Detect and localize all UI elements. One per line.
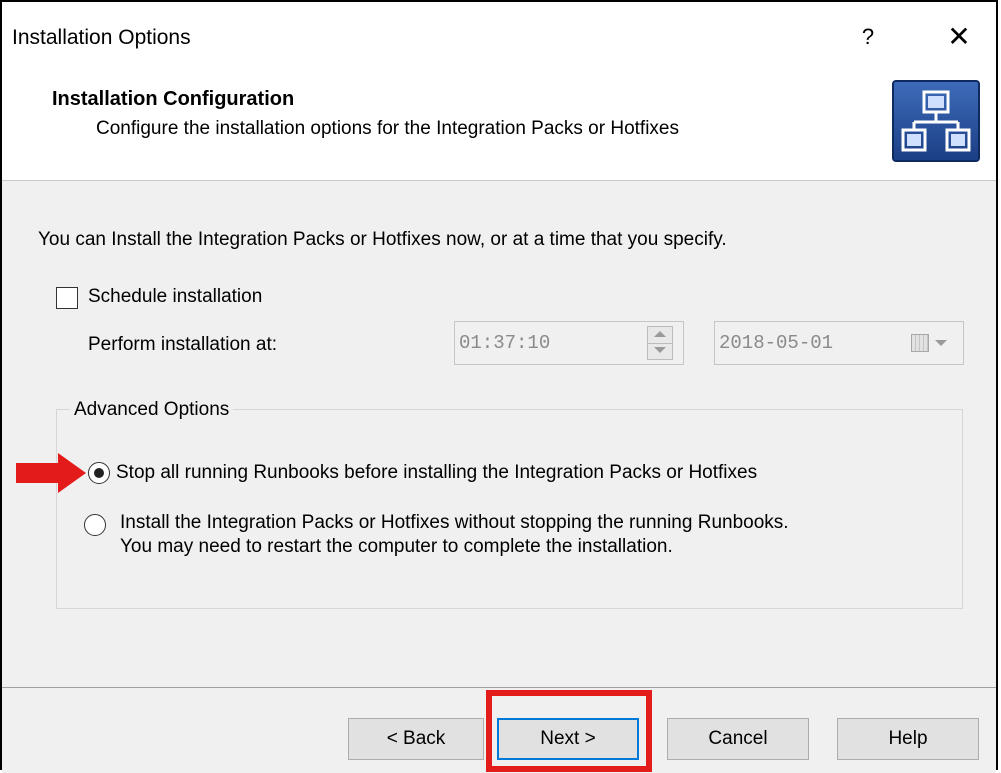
spinner-divider: [648, 343, 672, 344]
page-subtitle: Configure the installation options for t…: [96, 118, 679, 139]
annotation-arrow-icon: [58, 453, 86, 493]
date-value: 2018-05-01: [719, 332, 834, 354]
wizard-header: Installation Configuration Configure the…: [2, 72, 996, 181]
network-diagram-icon: [892, 80, 980, 162]
time-picker[interactable]: 01:37:10: [454, 321, 684, 365]
time-spinner[interactable]: [647, 326, 673, 360]
spin-up-icon[interactable]: [654, 331, 666, 337]
advanced-options-label: Advanced Options: [70, 399, 234, 421]
intro-text: You can Install the Integration Packs or…: [38, 229, 727, 250]
stop-runbooks-radio[interactable]: [88, 462, 110, 484]
spin-down-icon[interactable]: [654, 347, 666, 353]
time-value: 01:37:10: [459, 332, 551, 354]
perform-installation-label: Perform installation at:: [88, 334, 278, 355]
title-bar: Installation Options ? ✕: [2, 2, 996, 72]
options-panel: You can Install the Integration Packs or…: [2, 181, 996, 687]
install-without-stopping-line2: You may need to restart the computer to …: [120, 536, 673, 557]
window-title: Installation Options: [12, 26, 191, 49]
stop-runbooks-label[interactable]: Stop all running Runbooks before install…: [116, 462, 757, 484]
help-icon[interactable]: ?: [848, 24, 888, 50]
install-without-stopping-radio[interactable]: [84, 514, 106, 536]
close-icon[interactable]: ✕: [934, 20, 984, 53]
install-without-stopping-label[interactable]: Install the Integration Packs or Hotfixe…: [120, 511, 789, 559]
back-button[interactable]: < Back: [348, 718, 484, 760]
schedule-installation-checkbox[interactable]: [56, 287, 78, 309]
advanced-options-group: [56, 409, 963, 609]
page-title: Installation Configuration: [52, 88, 295, 110]
annotation-arrow-shaft: [16, 463, 64, 483]
calendar-icon[interactable]: [911, 334, 929, 352]
schedule-installation-label[interactable]: Schedule installation: [88, 286, 262, 308]
help-button[interactable]: Help: [837, 718, 979, 760]
annotation-highlight-box: [486, 690, 652, 772]
install-without-stopping-line1: Install the Integration Packs or Hotfixe…: [120, 512, 789, 533]
date-picker[interactable]: 2018-05-01: [714, 321, 964, 365]
chevron-down-icon[interactable]: [935, 340, 947, 346]
cancel-button[interactable]: Cancel: [667, 718, 809, 760]
